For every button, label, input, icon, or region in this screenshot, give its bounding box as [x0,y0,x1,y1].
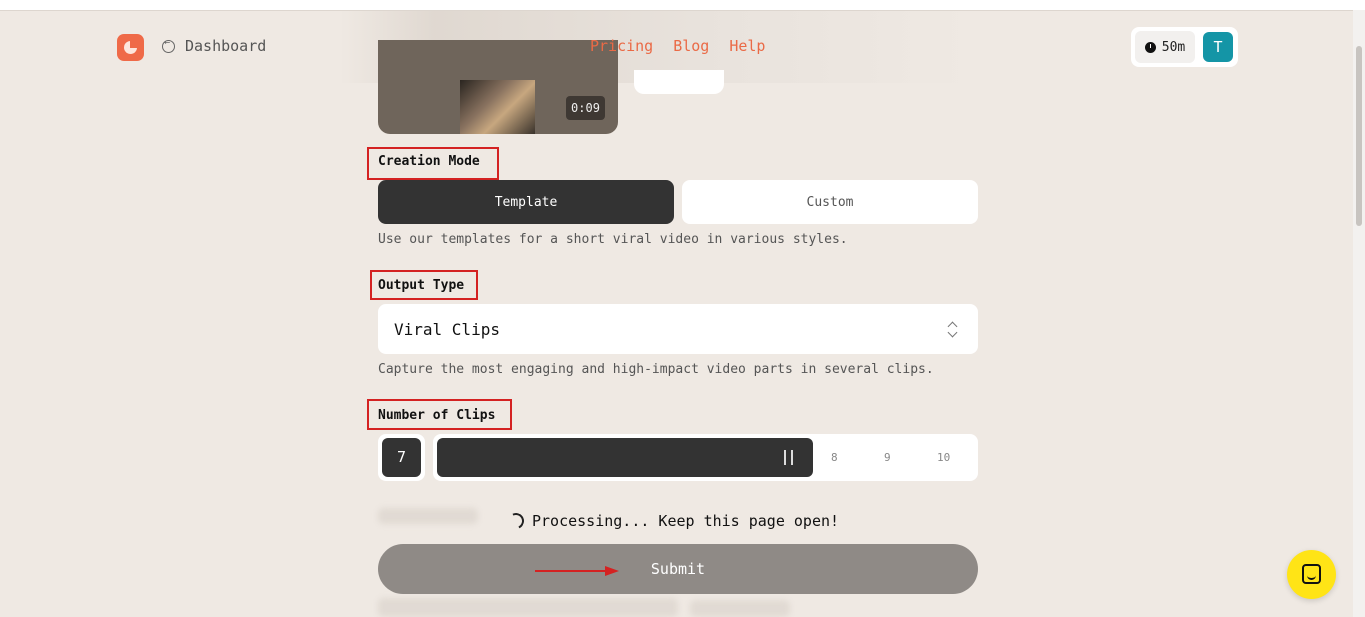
annotation-arrow [535,566,619,576]
output-type-select[interactable]: Viral Clips [378,304,978,354]
arrow-head [605,566,619,576]
spinner-icon [505,510,527,532]
processing-text: Processing... Keep this page open! [532,512,840,530]
chat-icon [1302,564,1321,584]
nav-blog[interactable]: Blog [673,37,709,55]
video-duration: 0:09 [566,96,605,120]
video-info-chip [634,70,724,94]
blurred-footer-content [378,598,678,617]
number-of-clips-label: Number of Clips [378,408,496,423]
chat-launcher[interactable] [1287,550,1336,599]
app-logo[interactable] [117,34,144,61]
clips-count-value: 7 [382,438,421,477]
creation-mode-label: Creation Mode [378,154,480,169]
slider-fill [437,438,813,477]
output-type-label: Output Type [378,278,465,293]
credits-value: 50m [1161,39,1186,55]
chevron-updown-icon [948,321,958,337]
output-type-value: Viral Clips [394,319,500,339]
slider-tick: 10 [937,451,951,464]
avatar[interactable]: T [1203,32,1233,62]
processing-status: Processing... Keep this page open! [505,510,840,532]
account-widget: 50m T [1131,27,1238,67]
video-frame [460,80,535,134]
slider-tick: 8 [831,451,838,464]
clock-icon [1144,41,1156,53]
clips-count-box: 7 [378,434,425,481]
browser-top-edge [0,0,1365,11]
submit-button[interactable]: Submit [378,544,978,594]
top-nav: Pricing Blog Help [590,37,765,55]
credits-badge[interactable]: 50m [1135,31,1195,63]
dashboard-link[interactable]: Dashboard [162,37,266,55]
arrow-line [535,570,607,572]
dashboard-label: Dashboard [185,37,267,55]
back-arrow-icon [162,37,175,53]
blurred-footer-content-2 [690,600,790,617]
mode-custom-button[interactable]: Custom [682,180,978,224]
output-type-description: Capture the most engaging and high-impac… [378,362,934,377]
scrollbar[interactable] [1353,10,1365,617]
blurred-label [378,508,478,524]
scrollbar-thumb[interactable] [1356,46,1362,226]
slider-handle-icon[interactable] [783,450,795,465]
clips-slider[interactable]: 8 9 10 [433,434,978,481]
nav-help[interactable]: Help [729,37,765,55]
creation-mode-description: Use our templates for a short viral vide… [378,232,848,247]
slider-tick: 9 [884,451,891,464]
nav-pricing[interactable]: Pricing [590,37,653,55]
mode-template-button[interactable]: Template [378,180,674,224]
